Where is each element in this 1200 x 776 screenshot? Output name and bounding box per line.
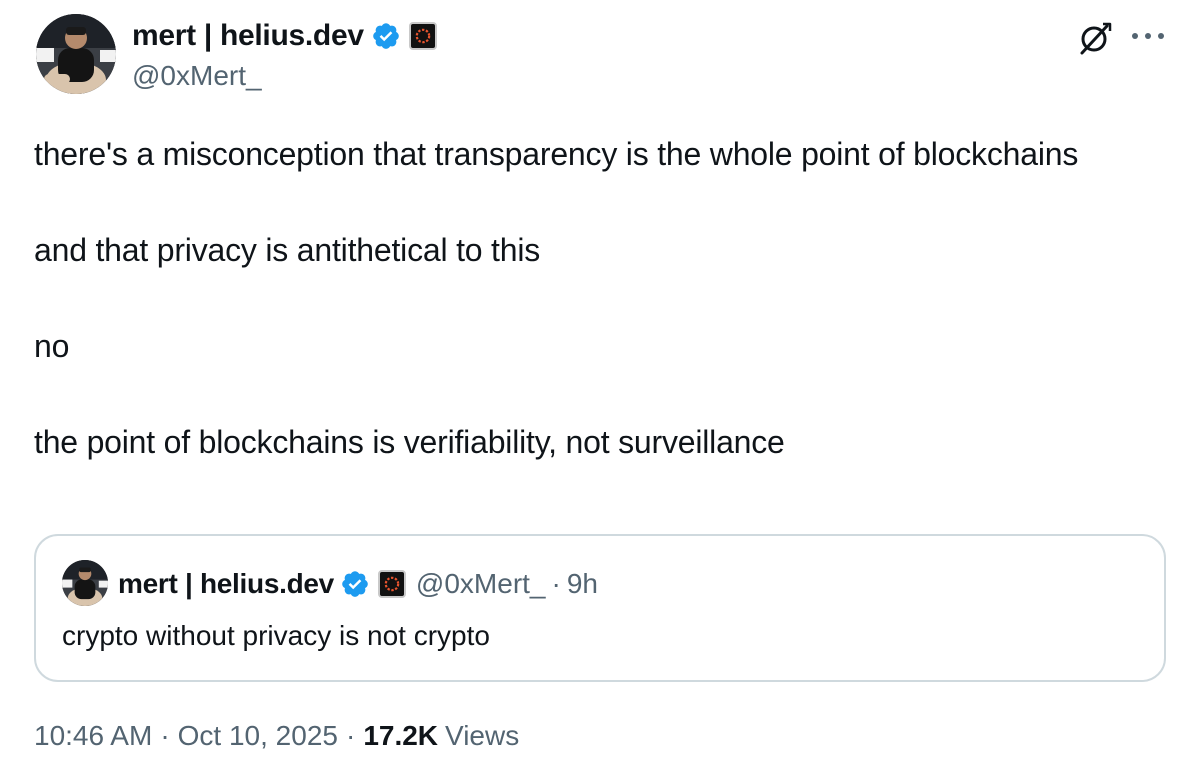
quoted-author-avatar[interactable]	[62, 560, 108, 606]
more-dot	[1158, 33, 1164, 39]
author-name-row: mert | helius.dev	[132, 18, 437, 54]
quoted-display-name[interactable]: mert | helius.dev	[118, 568, 334, 600]
meta-separator: ·	[160, 720, 170, 751]
views-count[interactable]: 17.2K	[363, 720, 438, 752]
quoted-header: mert | helius.dev @0xMert_ · 9h	[118, 566, 598, 602]
verified-badge-icon	[342, 571, 368, 597]
affiliate-badge-icon[interactable]	[408, 22, 437, 50]
quoted-handle[interactable]: @0xMert_	[416, 568, 546, 600]
quoted-separator: ·	[551, 568, 561, 599]
tweet-paragraph: no	[34, 328, 70, 364]
views-label: Views	[445, 720, 520, 751]
verified-badge-icon[interactable]	[371, 21, 401, 51]
meta-separator: ·	[345, 720, 356, 751]
more-dot	[1132, 33, 1138, 39]
tweet-date[interactable]: Oct 10, 2025	[178, 720, 338, 752]
tweet-meta: 10:46 AM · Oct 10, 2025 · 17.2K Views	[34, 716, 519, 756]
grok-icon[interactable]	[1076, 20, 1112, 56]
author-avatar[interactable]	[36, 14, 116, 94]
quoted-text: crypto without privacy is not crypto	[62, 620, 490, 651]
quoted-tweet-card[interactable]: mert | helius.dev @0xMert_ · 9h crypto w…	[34, 534, 1166, 682]
tweet-paragraph: there's a misconception that transparenc…	[34, 136, 1079, 172]
author-display-name[interactable]: mert | helius.dev	[132, 19, 364, 53]
more-dot	[1145, 33, 1151, 39]
tweet-paragraph: and that privacy is antithetical to this	[34, 232, 541, 268]
more-icon[interactable]	[1130, 24, 1166, 48]
author-handle[interactable]: @0xMert_	[132, 60, 262, 92]
tweet-text: there's a misconception that transparenc…	[34, 130, 1154, 466]
tweet: mert | helius.dev @0xMert_ there's a mis…	[0, 0, 1200, 776]
tweet-paragraph: the point of blockchains is verifiabilit…	[34, 424, 785, 460]
affiliate-badge-icon	[377, 570, 406, 598]
tweet-time[interactable]: 10:46 AM	[34, 720, 152, 752]
quoted-timestamp[interactable]: 9h	[567, 568, 598, 600]
